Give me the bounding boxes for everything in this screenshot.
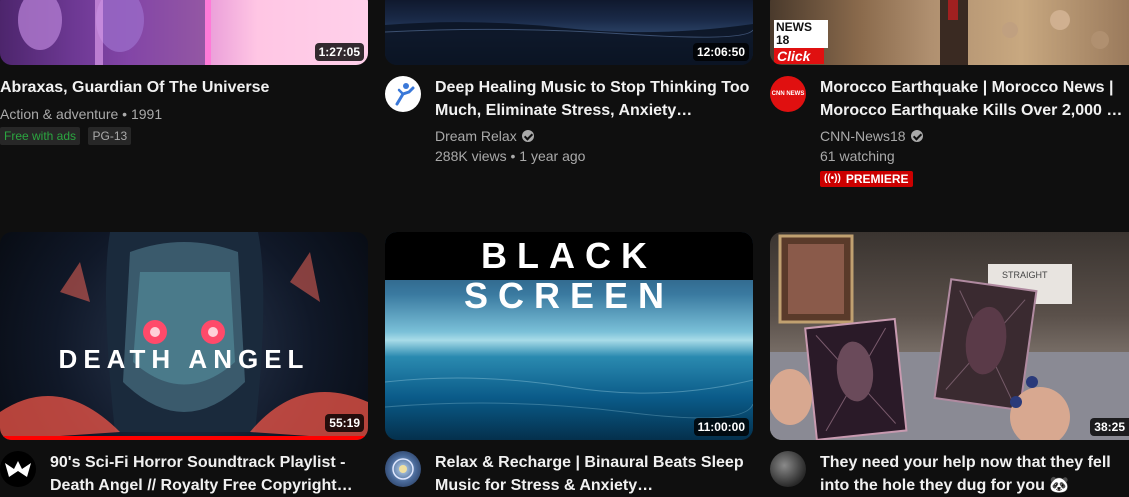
free-with-ads-badge: Free with ads <box>0 127 81 145</box>
video-meta: 90's Sci-Fi Horror Soundtrack Playlist -… <box>0 451 368 497</box>
video-duration: 12:06:50 <box>692 43 749 61</box>
news18-logo: NEWS 18 Click <box>774 20 828 64</box>
video-title[interactable]: Relax & Recharge | Binaural Beats Sleep … <box>435 451 753 497</box>
video-grid: 1:27:05 Abraxas, Guardian Of The Univers… <box>0 0 1129 497</box>
premiere-label: PREMIERE <box>845 172 909 186</box>
thumbnail-art <box>385 377 753 419</box>
bat-wing-logo-icon <box>5 461 31 477</box>
video-title[interactable]: Deep Healing Music to Stop Thinking Too … <box>435 76 753 122</box>
video-card[interactable]: 12:06:50 <box>385 0 753 65</box>
channel-avatar[interactable] <box>385 451 421 487</box>
video-card[interactable]: NEWS 18 Click <box>770 0 1129 65</box>
video-genre-year: Action & adventure • 1991 <box>0 106 163 122</box>
video-duration: 11:00:00 <box>693 418 749 436</box>
channel-logo-icon <box>392 458 414 480</box>
video-title[interactable]: 90's Sci-Fi Horror Soundtrack Playlist -… <box>50 451 368 497</box>
video-title[interactable]: Morocco Earthquake | Morocco News | Moro… <box>820 76 1129 122</box>
thumbnail-sign-text: STRAIGHT <box>1002 270 1048 280</box>
video-title[interactable]: They need your help now that they fell i… <box>820 451 1129 497</box>
premiere-badge: ((•)) PREMIERE <box>820 171 913 187</box>
channel-name[interactable]: Dream Relax <box>435 126 517 146</box>
news18-logo-text: NEWS 18 <box>774 20 828 48</box>
badge-row: Free with ads PG-13 <box>0 127 368 145</box>
video-thumbnail[interactable]: STRAIGHT 38:25 <box>770 232 1129 440</box>
dream-relax-logo-icon <box>395 83 415 106</box>
thumbnail-title-text: DEATH ANGEL <box>58 344 310 374</box>
thumbnail-art <box>0 232 368 440</box>
watch-progress-bar <box>0 436 368 440</box>
verified-check-icon <box>910 130 923 142</box>
channel-avatar[interactable] <box>770 451 806 487</box>
video-card[interactable]: STRAIGHT 38:25 <box>770 232 1129 440</box>
video-thumbnail[interactable]: 12:06:50 <box>385 0 753 65</box>
thumbnail-art <box>0 0 211 65</box>
thumbnail-art: STRAIGHT <box>770 234 1129 440</box>
video-stats: 61 watching <box>820 148 895 164</box>
live-broadcast-icon: ((•)) <box>824 173 841 184</box>
cnn-news18-logo-icon: CNN NEWS <box>771 90 805 97</box>
video-duration: 55:19 <box>325 414 364 432</box>
video-card[interactable]: DEATH ANGEL 55:19 <box>0 232 368 440</box>
video-meta: They need your help now that they fell i… <box>770 451 1129 497</box>
video-thumbnail[interactable]: BLACK SCREEN 11:00:00 <box>385 232 753 440</box>
video-meta: Deep Healing Music to Stop Thinking Too … <box>385 76 753 166</box>
video-stats: 288K views • 1 year ago <box>435 148 586 164</box>
channel-avatar[interactable] <box>385 76 421 112</box>
video-card[interactable]: BLACK SCREEN 11:00:00 <box>385 232 753 440</box>
video-card[interactable]: 1:27:05 <box>0 0 368 65</box>
video-meta: Abraxas, Guardian Of The Universe Action… <box>0 76 368 145</box>
channel-avatar[interactable]: CNN NEWS <box>770 76 806 112</box>
video-meta: CNN NEWS Morocco Earthquake | Morocco Ne… <box>770 76 1129 187</box>
channel-name[interactable]: CNN-News18 <box>820 126 906 146</box>
video-duration: 38:25 <box>1090 418 1129 436</box>
verified-check-icon <box>521 130 534 142</box>
channel-row: Dream Relax <box>435 126 753 146</box>
click-logo-text: Click <box>774 48 824 64</box>
rating-badge: PG-13 <box>88 127 132 145</box>
video-meta: Relax & Recharge | Binaural Beats Sleep … <box>385 451 753 497</box>
channel-row: CNN-News18 <box>820 126 1129 146</box>
video-duration: 1:27:05 <box>314 43 364 61</box>
video-thumbnail[interactable]: 1:27:05 <box>0 0 368 65</box>
video-title[interactable]: Abraxas, Guardian Of The Universe <box>0 76 368 99</box>
video-thumbnail[interactable]: NEWS 18 Click <box>770 0 1129 65</box>
channel-avatar[interactable] <box>0 451 36 487</box>
video-thumbnail[interactable]: DEATH ANGEL 55:19 <box>0 232 368 440</box>
